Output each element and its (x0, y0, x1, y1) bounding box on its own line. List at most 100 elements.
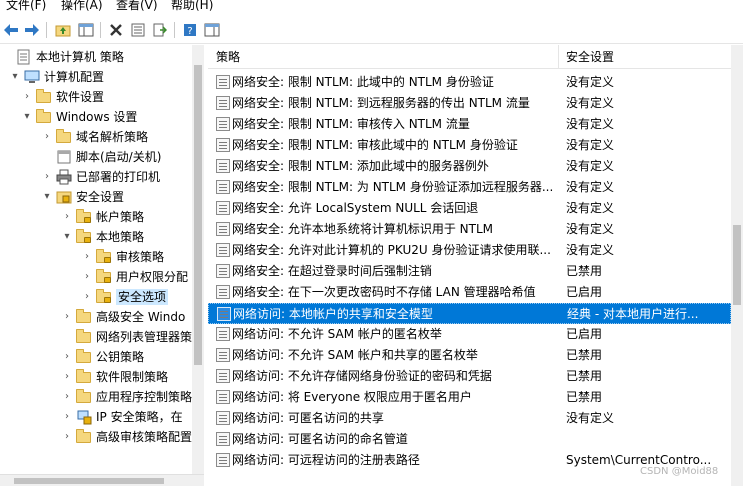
policy-name: 网络安全: 限制 NTLM: 审核传入 NTLM 流量 (232, 117, 470, 131)
policy-value: 已禁用 (566, 369, 603, 383)
delete-icon[interactable] (107, 21, 125, 39)
table-row[interactable]: 网络访问: 本地帐户的共享和安全模型 经典 - 对本地用户进行... (208, 303, 731, 324)
folder-icon (76, 329, 92, 345)
chevron-right-icon[interactable]: › (62, 370, 72, 384)
tree-hscroll-thumb[interactable] (14, 478, 164, 484)
table-row[interactable]: 网络访问: 不允许存储网络身份验证的密码和凭据 已禁用 (208, 366, 731, 387)
tree-item[interactable]: › 审核策略 (0, 247, 192, 267)
table-row[interactable]: 网络访问: 将 Everyone 权限应用于匿名用户 已禁用 (208, 387, 731, 408)
menu-help[interactable]: 帮助(H) (171, 0, 213, 12)
policy-setting-icon (217, 307, 231, 321)
chevron-right-icon[interactable]: › (82, 250, 92, 264)
column-header-policy[interactable]: 策略 (216, 49, 240, 65)
table-row[interactable]: 网络安全: 限制 NTLM: 审核传入 NTLM 流量 没有定义 (208, 114, 731, 135)
forward-arrow-icon[interactable] (23, 21, 41, 39)
policy-value: 已禁用 (566, 348, 603, 362)
table-row[interactable]: 网络安全: 在下一次更改密码时不存储 LAN 管理器哈希值 已启用 (208, 282, 731, 303)
chevron-right-icon[interactable]: › (62, 410, 72, 424)
policy-name: 网络安全: 限制 NTLM: 到远程服务器的传出 NTLM 流量 (232, 96, 530, 110)
policy-setting-icon (216, 327, 230, 341)
tree-item[interactable]: › 已部署的打印机 (0, 167, 192, 187)
chevron-down-icon[interactable]: ▾ (22, 110, 32, 124)
tree-item[interactable]: › 安全选项 (0, 287, 192, 307)
menu-action[interactable]: 操作(A) (61, 0, 103, 12)
folder-icon (76, 429, 92, 445)
tree-item[interactable]: › 帐户策略 (0, 207, 192, 227)
policy-value: 已启用 (566, 285, 603, 299)
tree-item[interactable]: 脚本(启动/关机) (0, 147, 192, 167)
policy-setting-icon (216, 138, 230, 152)
table-row[interactable]: 网络安全: 限制 NTLM: 审核此域中的 NTLM 身份验证 没有定义 (208, 135, 731, 156)
policy-name: 网络安全: 限制 NTLM: 添加此域中的服务器例外 (232, 159, 489, 173)
tree-item[interactable]: ▾ 安全设置 (0, 187, 192, 207)
properties-icon[interactable] (129, 21, 147, 39)
list-scroll-thumb[interactable] (733, 225, 741, 305)
tree-item[interactable]: › 软件限制策略 (0, 367, 192, 387)
tree-item[interactable]: › 用户权限分配 (0, 267, 192, 287)
tree-item-label: 域名解析策略 (76, 130, 149, 144)
folder-icon (76, 369, 92, 385)
tree-item[interactable]: › 域名解析策略 (0, 127, 192, 147)
policy-name: 网络安全: 限制 NTLM: 审核此域中的 NTLM 身份验证 (232, 138, 518, 152)
tree-item[interactable]: › 高级安全 Windo (0, 307, 192, 327)
chevron-down-icon[interactable]: ▾ (42, 190, 52, 204)
menu-view[interactable]: 查看(V) (116, 0, 158, 12)
policy-setting-icon (216, 285, 230, 299)
tree-horizontal-scrollbar[interactable] (0, 474, 204, 486)
show-hide-tree-icon[interactable] (77, 21, 95, 39)
tree-item[interactable]: 本地计算机 策略 (0, 47, 192, 67)
folder-lock-icon (76, 229, 92, 245)
table-row[interactable]: 网络访问: 不允许 SAM 帐户的匿名枚举 已启用 (208, 324, 731, 345)
list-vertical-scrollbar[interactable] (731, 45, 743, 486)
table-row[interactable]: 网络安全: 允许 LocalSystem NULL 会话回退 没有定义 (208, 198, 731, 219)
tree-item[interactable]: › IP 安全策略，在 (0, 407, 192, 427)
table-row[interactable]: 网络安全: 限制 NTLM: 添加此域中的服务器例外 没有定义 (208, 156, 731, 177)
show-hide-action-pane-icon[interactable] (203, 21, 221, 39)
policy-value: 没有定义 (566, 159, 615, 173)
tree-item[interactable]: › 公钥策略 (0, 347, 192, 367)
table-row[interactable]: 网络访问: 可匿名访问的命名管道 (208, 429, 731, 450)
chevron-right-icon[interactable]: › (42, 130, 52, 144)
help-icon[interactable]: ? (181, 21, 199, 39)
back-arrow-icon[interactable] (2, 21, 20, 39)
tree-item-label: 软件设置 (56, 90, 105, 104)
export-list-icon[interactable] (151, 21, 169, 39)
menu-file[interactable]: 文件(F) (6, 0, 46, 12)
tree-item[interactable]: › 高级审核策略配置 (0, 427, 192, 447)
toolbar: ? (0, 16, 743, 44)
tree-item[interactable]: › 软件设置 (0, 87, 192, 107)
tree-item[interactable]: › 应用程序控制策略 (0, 387, 192, 407)
chevron-right-icon[interactable]: › (42, 170, 52, 184)
table-row[interactable]: 网络访问: 可匿名访问的共享 没有定义 (208, 408, 731, 429)
tree-item-label: 本地计算机 策略 (36, 50, 124, 64)
chevron-right-icon[interactable]: › (62, 310, 72, 324)
policy-value: 没有定义 (566, 243, 615, 257)
folder-lock-icon (76, 209, 92, 225)
tree-item[interactable]: ▾ 本地策略 (0, 227, 192, 247)
table-row[interactable]: 网络安全: 限制 NTLM: 到远程服务器的传出 NTLM 流量 没有定义 (208, 93, 731, 114)
tree-item[interactable]: ▾ Windows 设置 (0, 107, 192, 127)
column-header-setting[interactable]: 安全设置 (566, 49, 614, 65)
tree-scroll-thumb[interactable] (194, 65, 202, 365)
chevron-right-icon[interactable]: › (82, 290, 92, 304)
chevron-right-icon[interactable]: › (62, 350, 72, 364)
table-row[interactable]: 网络安全: 在超过登录时间后强制注销 已禁用 (208, 261, 731, 282)
chevron-down-icon[interactable]: ▾ (10, 70, 20, 84)
printer-icon (56, 169, 72, 185)
tree-item[interactable]: ▾ 计算机配置 (0, 67, 192, 87)
tree-item[interactable]: 网络列表管理器策略 (0, 327, 192, 347)
up-folder-icon[interactable] (54, 21, 72, 39)
table-row[interactable]: 网络安全: 允许对此计算机的 PKU2U 身份验证请求使用联... 没有定义 (208, 240, 731, 261)
chevron-right-icon[interactable]: › (62, 210, 72, 224)
chevron-right-icon[interactable]: › (62, 430, 72, 444)
table-row[interactable]: 网络安全: 限制 NTLM: 为 NTLM 身份验证添加远程服务器... 没有定义 (208, 177, 731, 198)
policy-setting-icon (216, 159, 230, 173)
chevron-right-icon[interactable]: › (82, 270, 92, 284)
table-row[interactable]: 网络安全: 限制 NTLM: 此域中的 NTLM 身份验证 没有定义 (208, 72, 731, 93)
table-row[interactable]: 网络访问: 不允许 SAM 帐户和共享的匿名枚举 已禁用 (208, 345, 731, 366)
chevron-right-icon[interactable]: › (62, 390, 72, 404)
table-row[interactable]: 网络安全: 允许本地系统将计算机标识用于 NTLM 没有定义 (208, 219, 731, 240)
tree-vertical-scrollbar[interactable] (192, 45, 204, 475)
chevron-right-icon[interactable]: › (22, 90, 32, 104)
chevron-down-icon[interactable]: ▾ (62, 230, 72, 244)
